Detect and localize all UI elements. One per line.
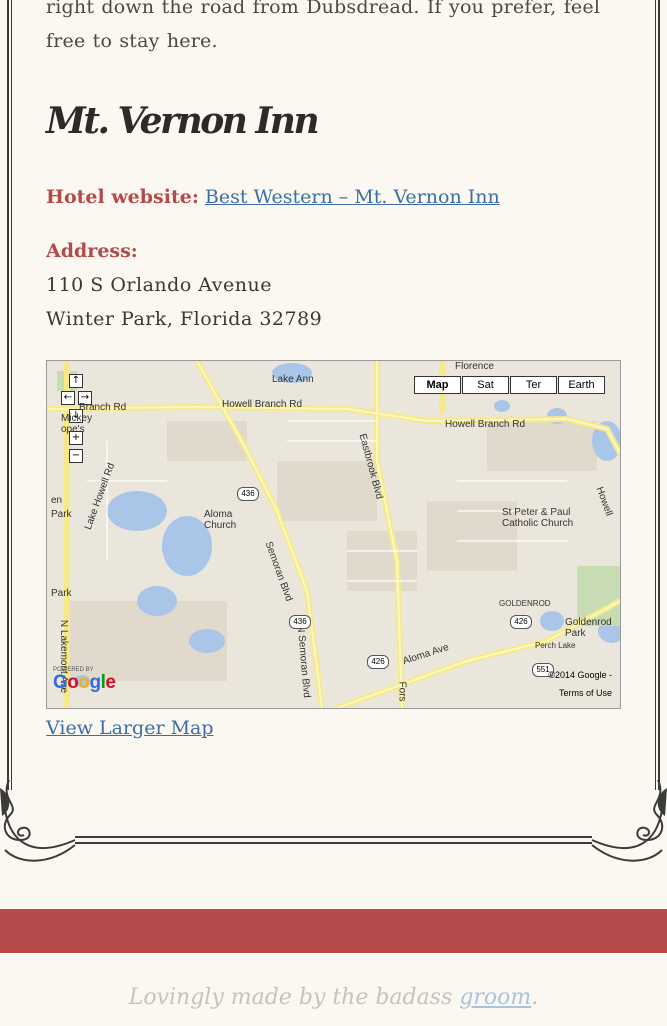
route-shield-426: 426 [510,615,532,629]
map-label-florence: Florence [455,361,494,372]
page-frame-right [658,0,660,790]
footer-credit: Lovingly made by the badass groom. [0,985,667,1010]
address-line-2: Winter Park, Florida 32789 [46,308,323,330]
map-label-lake-ann: Lake Ann [272,374,314,385]
route-shield-436: 436 [289,615,311,629]
page-frame-right-inner [655,0,656,790]
embedded-map[interactable]: ↑ ← → ↓ + − Map Sat Ter Earth Florence L… [46,360,621,709]
map-type-earth[interactable]: Earth [558,376,605,394]
google-wordmark: Google [53,672,116,693]
google-logo[interactable]: POWERED BY Google [53,667,116,693]
map-copyright: ©2014 Google - [548,670,612,680]
zoom-out-button[interactable]: − [69,449,83,463]
map-label-mickey: Mickey ope's [61,413,93,435]
map-label-perch-lake: Perch Lake [535,641,576,650]
hotel-website-label: Hotel website: [46,186,199,208]
address-label: Address: [46,240,138,262]
footer-ribbon [0,909,667,953]
map-label-goldenrod-park: Goldenrod Park [565,617,612,639]
footer-text: Lovingly made by the badass [128,985,460,1010]
map-label-st-peter: St Peter & Paul Catholic Church [502,507,574,529]
view-larger-map-link[interactable]: View Larger Map [46,717,214,739]
corner-ornament [0,780,667,862]
map-label-park: Park [51,588,72,599]
page-frame-left [7,0,9,790]
map-type-map[interactable]: Map [414,376,461,394]
groom-link[interactable]: groom [459,985,531,1010]
map-label-forsyth: Fors [396,681,408,702]
pan-left-button[interactable]: ← [61,391,75,405]
map-label-howell-branch-center: Howell Branch Rd [222,399,303,410]
map-label-branch-rd: Branch Rd [79,402,127,413]
map-label-en-park: en Park [51,495,72,520]
pan-up-button[interactable]: ↑ [69,374,83,388]
map-label-goldenrod: GOLDENROD [499,599,551,608]
map-type-sat[interactable]: Sat [462,376,509,394]
map-label-aloma-church: Aloma Church [204,509,237,531]
map-type-selector[interactable]: Map Sat Ter Earth [413,376,605,394]
intro-paragraph: right down the road from Dubsdread. If y… [46,0,601,52]
route-shield-426: 426 [367,655,389,669]
map-type-ter[interactable]: Ter [510,376,557,394]
page-frame-left-inner [11,0,12,790]
footer-suffix: . [531,985,539,1010]
hotel-website-row: Hotel website: Best Western – Mt. Vernon… [46,186,500,208]
map-label-howell-branch-east: Howell Branch Rd [445,419,526,430]
hotel-website-link[interactable]: Best Western – Mt. Vernon Inn [205,186,500,208]
address-line-1: 110 S Orlando Avenue [46,274,272,296]
route-shield-436: 436 [237,487,259,501]
terms-of-use-link[interactable]: Terms of Use [559,688,612,698]
map-canvas[interactable] [47,361,620,708]
inn-title: Mt. Vernon Inn [46,100,320,142]
